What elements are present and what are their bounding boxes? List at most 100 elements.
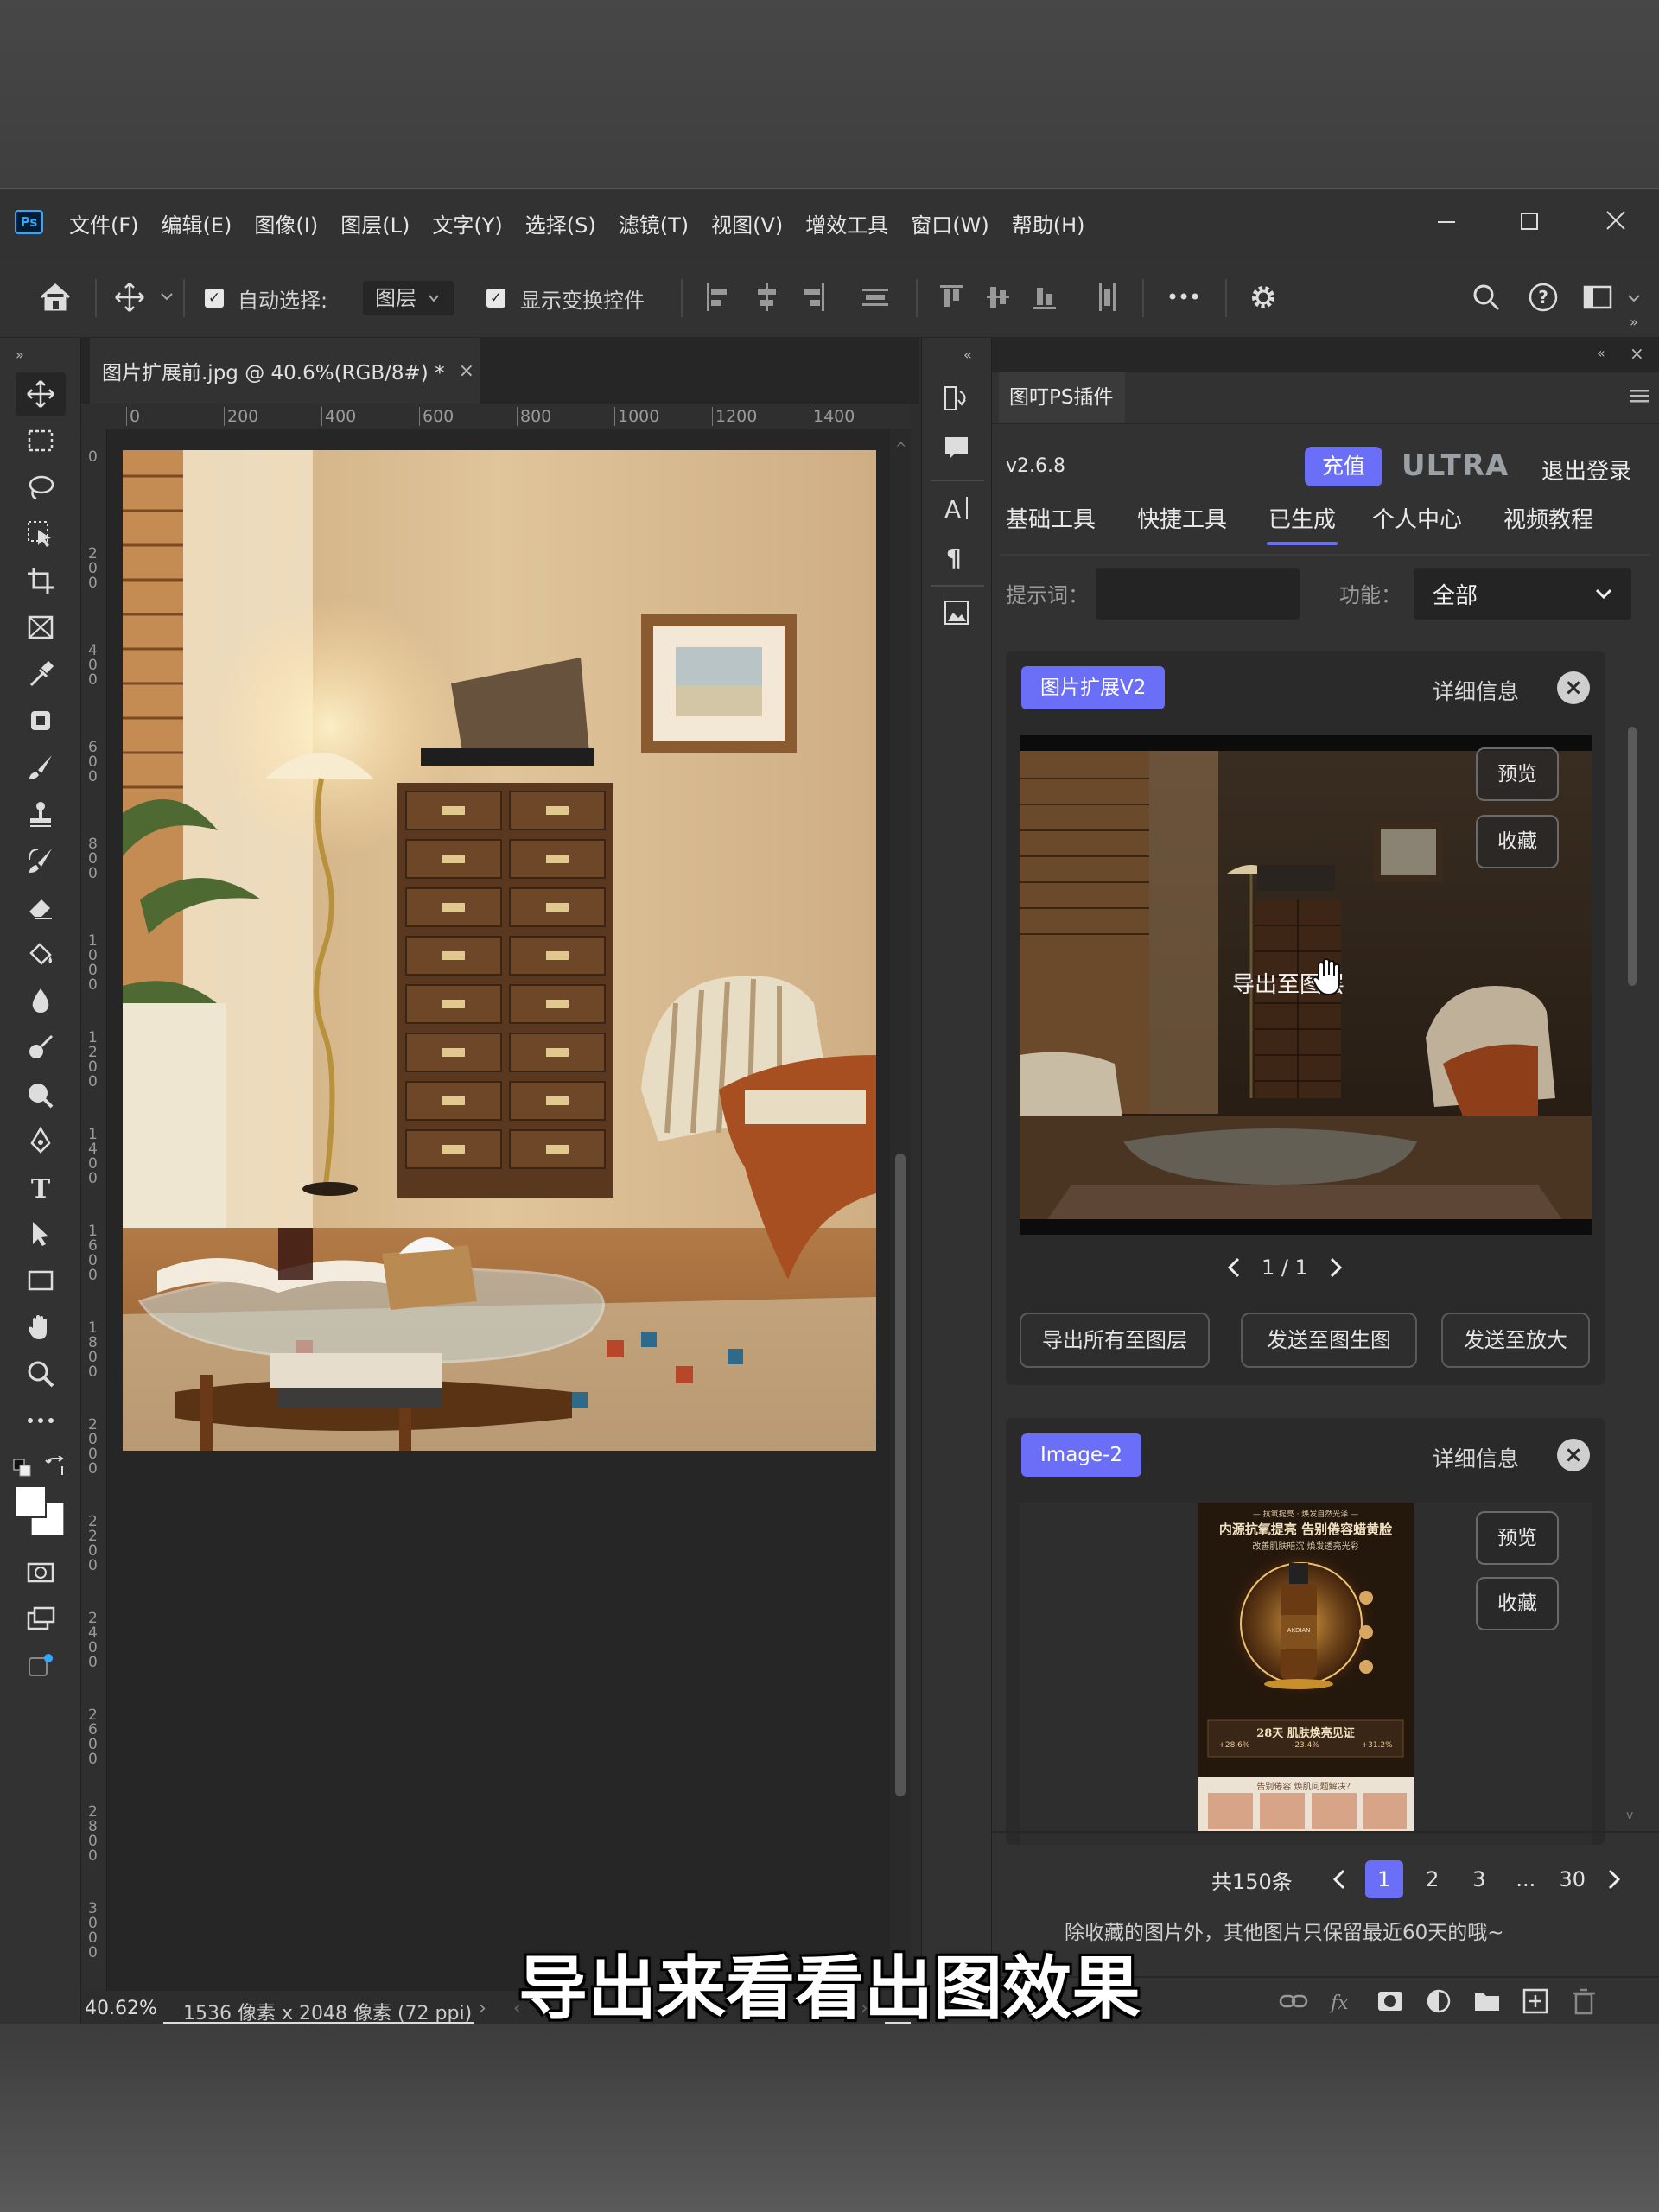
menu-plugins[interactable]: 增效工具 bbox=[805, 208, 888, 238]
results-scrollbar[interactable]: v bbox=[1623, 640, 1642, 1833]
canvas-vertical-scrollbar[interactable]: ^ bbox=[890, 429, 911, 1993]
align-top-icon[interactable] bbox=[938, 282, 964, 313]
favorite-button[interactable]: 收藏 bbox=[1476, 1577, 1559, 1630]
workspace-icon[interactable] bbox=[1583, 283, 1614, 311]
frame-tool-icon[interactable] bbox=[16, 606, 66, 649]
close-tab-icon[interactable]: × bbox=[459, 360, 474, 382]
auto-select-dropdown[interactable]: 图层 bbox=[363, 281, 454, 315]
generative-tool-icon[interactable] bbox=[16, 1644, 66, 1688]
more-tools-icon[interactable] bbox=[16, 1399, 66, 1442]
scroll-up-icon[interactable]: ^ bbox=[895, 440, 906, 456]
move-tool-icon[interactable] bbox=[16, 372, 66, 416]
align-middle-icon[interactable] bbox=[985, 282, 1011, 313]
brush-tool-icon[interactable] bbox=[16, 746, 66, 789]
more-options-icon[interactable] bbox=[1168, 292, 1199, 301]
tab-basic-tools[interactable]: 基础工具 bbox=[1006, 502, 1096, 534]
swap-colors-icon[interactable] bbox=[45, 1456, 66, 1477]
blur-tool-icon[interactable] bbox=[16, 979, 66, 1022]
eyedropper-tool-icon[interactable] bbox=[16, 652, 66, 696]
close-window-button[interactable] bbox=[1597, 205, 1635, 239]
document-tab[interactable]: 图片扩展前.jpg @ 40.6%(RGB/8#) * × bbox=[90, 338, 480, 404]
menu-type[interactable]: 文字(Y) bbox=[432, 208, 502, 238]
home-icon[interactable] bbox=[38, 282, 73, 313]
close-panel-icon[interactable]: × bbox=[1630, 343, 1644, 364]
paint-bucket-tool-icon[interactable] bbox=[16, 932, 66, 976]
distribute-vertical-icon[interactable] bbox=[1094, 282, 1120, 313]
object-select-tool-icon[interactable] bbox=[16, 512, 66, 556]
default-colors-icon[interactable] bbox=[12, 1458, 33, 1478]
marquee-tool-icon[interactable] bbox=[16, 419, 66, 462]
align-center-icon[interactable] bbox=[753, 282, 779, 313]
show-transform-checkbox[interactable]: ✓ bbox=[486, 289, 505, 308]
chevron-down-icon[interactable] bbox=[1628, 294, 1640, 302]
plugin-tab[interactable]: 图叮PS插件 bbox=[999, 372, 1125, 423]
collapse-panel-icon[interactable]: « bbox=[1597, 345, 1605, 361]
menu-edit[interactable]: 编辑(E) bbox=[162, 208, 232, 238]
auto-select-checkbox[interactable]: ✓ bbox=[205, 289, 224, 308]
favorite-button[interactable]: 收藏 bbox=[1476, 815, 1559, 868]
hand-tool-icon[interactable] bbox=[16, 1306, 66, 1349]
path-selection-tool-icon[interactable] bbox=[16, 1212, 66, 1255]
menu-layer[interactable]: 图层(L) bbox=[340, 208, 410, 238]
align-bottom-icon[interactable] bbox=[1032, 282, 1058, 313]
paragraph-panel-icon[interactable]: ¶ bbox=[943, 542, 970, 569]
collapse-icon[interactable]: « bbox=[963, 346, 972, 363]
tab-quick-tools[interactable]: 快捷工具 bbox=[1137, 502, 1227, 534]
align-right-icon[interactable] bbox=[800, 282, 826, 313]
distribute-icon[interactable] bbox=[861, 282, 890, 313]
menu-help[interactable]: 帮助(H) bbox=[1012, 208, 1085, 238]
panel-menu-icon[interactable] bbox=[1630, 388, 1649, 404]
tab-generated[interactable]: 已生成 bbox=[1268, 502, 1336, 534]
room-photo[interactable] bbox=[123, 450, 876, 1451]
tab-tutorials[interactable]: 视频教程 bbox=[1503, 502, 1593, 534]
close-icon[interactable]: × bbox=[1557, 671, 1590, 704]
function-select[interactable]: 全部 bbox=[1414, 568, 1631, 620]
menu-select[interactable]: 选择(S) bbox=[525, 208, 596, 238]
tab-profile[interactable]: 个人中心 bbox=[1372, 502, 1462, 534]
menu-filter[interactable]: 滤镜(T) bbox=[619, 208, 689, 238]
history-panel-icon[interactable] bbox=[943, 385, 970, 412]
preview-button[interactable]: 预览 bbox=[1476, 1511, 1559, 1565]
align-left-icon[interactable] bbox=[705, 282, 731, 313]
properties-panel-icon[interactable] bbox=[943, 599, 970, 626]
clone-stamp-tool-icon[interactable] bbox=[16, 792, 66, 836]
chevron-left-icon[interactable] bbox=[1332, 1869, 1346, 1890]
scrollbar-thumb[interactable] bbox=[895, 1154, 906, 1796]
expand-icon[interactable]: » bbox=[16, 346, 24, 363]
chevron-left-icon[interactable] bbox=[1227, 1257, 1241, 1278]
page-1[interactable]: 1 bbox=[1364, 1860, 1403, 1898]
page-3[interactable]: 3 bbox=[1460, 1867, 1498, 1891]
page-2[interactable]: 2 bbox=[1414, 1867, 1452, 1891]
lasso-tool-icon[interactable] bbox=[16, 466, 66, 509]
zoom-tool-icon[interactable] bbox=[16, 1352, 66, 1395]
export-all-to-layers-button[interactable]: 导出所有至图层 bbox=[1020, 1313, 1210, 1368]
send-to-img2img-button[interactable]: 发送至图生图 bbox=[1241, 1313, 1417, 1368]
sponge-tool-icon[interactable] bbox=[16, 1072, 66, 1116]
results-scrollbar-thumb[interactable] bbox=[1628, 727, 1637, 986]
close-icon[interactable]: × bbox=[1557, 1439, 1590, 1471]
menu-window[interactable]: 窗口(W) bbox=[911, 208, 988, 238]
chevron-right-icon[interactable] bbox=[1329, 1257, 1343, 1278]
maximize-button[interactable] bbox=[1510, 205, 1548, 239]
eraser-tool-icon[interactable] bbox=[16, 886, 66, 929]
move-tool-icon[interactable] bbox=[114, 282, 145, 313]
character-panel-icon[interactable]: A bbox=[943, 493, 970, 521]
screen-mode-icon[interactable] bbox=[16, 1598, 66, 1641]
minimize-button[interactable] bbox=[1427, 205, 1465, 239]
send-to-upscale-button[interactable]: 发送至放大 bbox=[1441, 1313, 1590, 1368]
page-30[interactable]: 30 bbox=[1554, 1867, 1592, 1891]
preview-button[interactable]: 预览 bbox=[1476, 747, 1559, 801]
comments-panel-icon[interactable] bbox=[943, 435, 970, 462]
canvas-area[interactable] bbox=[107, 429, 890, 1993]
menu-view[interactable]: 视图(V) bbox=[711, 208, 783, 238]
scroll-down-icon[interactable]: v bbox=[1626, 1808, 1633, 1822]
menu-image[interactable]: 图像(I) bbox=[254, 208, 318, 238]
dodge-tool-icon[interactable] bbox=[16, 1026, 66, 1069]
quick-mask-icon[interactable] bbox=[16, 1551, 66, 1594]
prompt-input[interactable] bbox=[1096, 568, 1300, 620]
gear-icon[interactable] bbox=[1248, 282, 1279, 313]
type-tool-icon[interactable]: T bbox=[16, 1166, 66, 1209]
help-icon[interactable]: ? bbox=[1528, 282, 1559, 313]
expand-panel-icon[interactable]: » bbox=[1630, 314, 1638, 330]
rectangle-tool-icon[interactable] bbox=[16, 1259, 66, 1302]
